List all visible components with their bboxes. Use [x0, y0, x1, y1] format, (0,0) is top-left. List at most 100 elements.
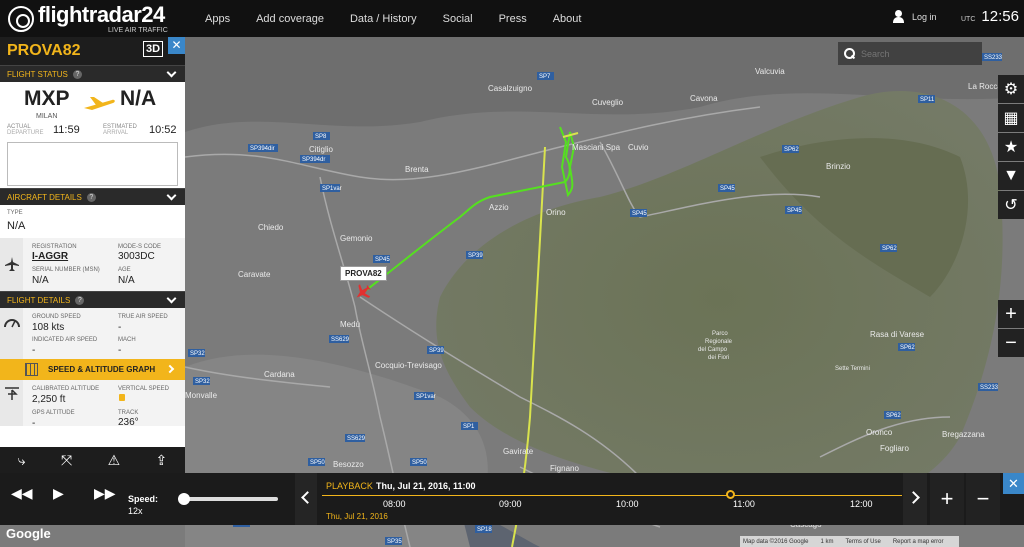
svg-text:Gavirate: Gavirate — [503, 447, 534, 456]
login-link[interactable]: Log in — [893, 10, 937, 23]
timeline-zoom-out-button[interactable]: − — [966, 473, 1000, 525]
flight-status-title: FLIGHT STATUS — [7, 69, 68, 79]
nav-apps[interactable]: Apps — [205, 13, 230, 25]
route-share-icon[interactable]: ⤷ — [18, 452, 26, 469]
login-label: Log in — [912, 11, 937, 22]
svg-text:Cuveglio: Cuveglio — [592, 98, 624, 107]
svg-text:SP39: SP39 — [429, 348, 444, 354]
timeline-zoom-in-button[interactable]: + — [930, 473, 964, 525]
speed-slider[interactable] — [178, 493, 278, 505]
fast-forward-button[interactable]: ▶▶ — [94, 485, 116, 502]
svg-text:SP32: SP32 — [190, 351, 205, 357]
svg-text:Azzio: Azzio — [489, 203, 509, 212]
help-icon[interactable]: ? — [86, 192, 96, 202]
ground-speed-value: 108 kts — [32, 322, 65, 333]
aircraft-callout[interactable]: PROVA82 — [340, 266, 387, 281]
playback-history-icon[interactable]: ↺ — [998, 191, 1024, 219]
timeline-tick: 12:00 — [850, 499, 873, 509]
help-icon[interactable]: ? — [75, 295, 85, 305]
registration-link[interactable]: I-AGGR — [32, 251, 68, 262]
svg-text:Cocquio-Trevisago: Cocquio-Trevisago — [375, 361, 442, 370]
timeline-handle[interactable] — [726, 490, 735, 499]
aircraft-details-header[interactable]: AIRCRAFT DETAILS ? — [0, 188, 185, 205]
svg-text:Brenta: Brenta — [405, 165, 429, 174]
alert-locked-icon[interactable]: ⚠ — [108, 452, 121, 469]
svg-text:SP39: SP39 — [468, 253, 483, 259]
estimated-arrival-time: 10:52 — [149, 124, 177, 136]
settings-gear-icon[interactable]: ⚙ — [998, 75, 1024, 103]
zoom-in-button[interactable]: + — [998, 300, 1024, 328]
gps-altitude-value: - — [32, 418, 36, 426]
chevron-down-icon — [166, 293, 177, 304]
type-value: N/A — [7, 220, 26, 232]
terms-link[interactable]: Terms of Use — [845, 539, 880, 545]
nav-social[interactable]: Social — [443, 13, 473, 25]
true-air-speed-value: - — [118, 322, 122, 333]
search-input[interactable] — [861, 48, 971, 59]
chevron-left-icon — [301, 491, 314, 504]
svg-text:Casalzuigno: Casalzuigno — [488, 84, 533, 93]
nav-data-history[interactable]: Data / History — [350, 13, 417, 25]
aircraft-details-title: AIRCRAFT DETAILS — [7, 192, 82, 202]
lock-icon[interactable] — [119, 394, 125, 401]
svg-text:Regionale: Regionale — [705, 339, 733, 345]
speed-icon-column — [0, 308, 23, 359]
svg-text:Chiedo: Chiedo — [258, 223, 284, 232]
true-air-speed-label: TRUE AIR SPEED — [118, 314, 168, 320]
mach-label: MACH — [118, 337, 136, 343]
nav-about[interactable]: About — [553, 13, 582, 25]
svg-text:Sette Termini: Sette Termini — [835, 366, 870, 372]
share-upload-icon[interactable]: ⇪ — [156, 452, 168, 469]
mach-value: - — [118, 345, 122, 356]
svg-text:SP62: SP62 — [900, 345, 915, 351]
help-icon[interactable]: ? — [72, 69, 82, 79]
flight-details-header[interactable]: FLIGHT DETAILS ? — [0, 291, 185, 308]
nav-add-coverage[interactable]: Add coverage — [256, 13, 324, 25]
play-button[interactable]: ▶ — [53, 485, 64, 502]
nav-press[interactable]: Press — [499, 13, 527, 25]
svg-text:SS233: SS233 — [980, 385, 999, 391]
flight-callsign: PROVA82 — [7, 42, 81, 59]
chevron-down-icon — [166, 190, 177, 201]
playback-timeline[interactable] — [322, 495, 902, 496]
age-label: AGE — [118, 267, 131, 273]
svg-text:SP35: SP35 — [387, 539, 402, 545]
close-panel-button[interactable]: ✕ — [168, 37, 185, 54]
climb-plane-icon — [5, 387, 19, 400]
report-error-link[interactable]: Report a map error — [893, 539, 944, 545]
graph-icon — [25, 363, 38, 376]
speed-altitude-graph-button[interactable]: SPEED & ALTITUDE GRAPH — [0, 359, 185, 380]
flight-status-header[interactable]: FLIGHT STATUS ? — [0, 65, 185, 82]
aircraft-type-row: TYPE N/A — [0, 205, 185, 238]
svg-text:Besozzo: Besozzo — [333, 460, 364, 469]
svg-text:Monvalle: Monvalle — [185, 391, 218, 400]
timeline-back-button[interactable] — [295, 473, 317, 525]
views-grid-icon[interactable]: ▦ — [998, 104, 1024, 132]
svg-text:SP11: SP11 — [920, 97, 935, 103]
brand-logo[interactable]: flightradar24 LIVE AIR TRAFFIC — [8, 3, 188, 34]
view-3d-button[interactable]: 3D — [143, 41, 164, 57]
search-box[interactable] — [838, 42, 982, 65]
close-playback-button[interactable]: ✕ — [1003, 473, 1024, 494]
track-label: TRACK — [118, 410, 139, 416]
origin-city: MILAN — [36, 113, 58, 120]
vertical-speed-label: VERTICAL SPEED — [118, 386, 170, 392]
svg-text:SP50: SP50 — [310, 460, 325, 466]
arrival-label: ARRIVAL — [103, 130, 129, 136]
svg-text:Gemonio: Gemonio — [340, 234, 373, 243]
favorites-star-icon[interactable]: ★ — [998, 133, 1024, 161]
rewind-button[interactable]: ◀◀ — [11, 485, 33, 502]
speed-slider-knob[interactable] — [178, 493, 190, 505]
svg-text:Orino: Orino — [546, 208, 566, 217]
fullscreen-icon[interactable]: ⤧ — [61, 452, 72, 469]
map-zoom-controls: + − — [998, 300, 1024, 358]
timeline-forward-button[interactable] — [903, 473, 927, 525]
filter-icon[interactable]: ▼ — [998, 162, 1024, 190]
zoom-out-button[interactable]: − — [998, 329, 1024, 357]
speed-label: Speed: — [128, 494, 159, 504]
svg-text:Cuvio: Cuvio — [628, 143, 649, 152]
road-sp7: SP7 — [539, 74, 551, 80]
svg-text:SP45: SP45 — [787, 208, 802, 214]
svg-text:dei Fiori: dei Fiori — [708, 355, 729, 361]
svg-text:Bregazzana: Bregazzana — [942, 430, 985, 439]
